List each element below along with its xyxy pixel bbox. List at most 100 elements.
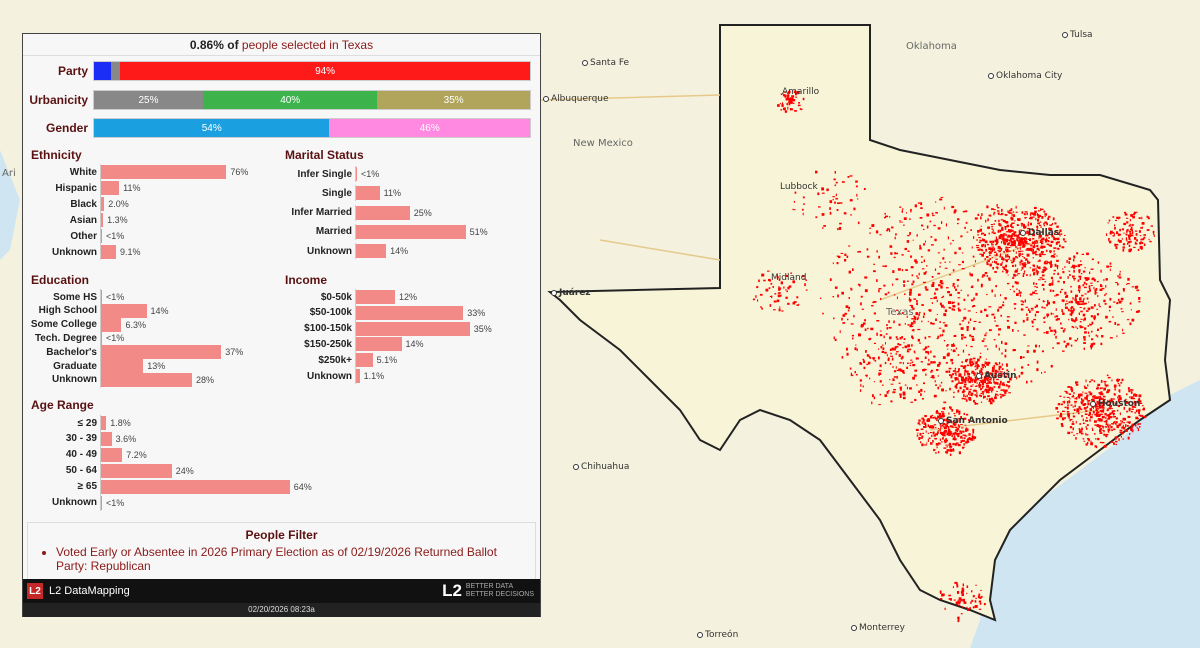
tagline-1: BETTER DATA — [465, 583, 514, 590]
l2-logo-icon: L2 — [27, 583, 43, 599]
marital-bar[interactable] — [356, 244, 387, 259]
age-bar[interactable] — [101, 447, 123, 462]
age-bar-value: 24% — [175, 465, 194, 476]
state-oklahoma: Oklahoma — [906, 41, 957, 52]
ethnicity-bar[interactable] — [101, 181, 120, 195]
city-amarillo: Amarillo — [782, 87, 820, 97]
ethnicity-row-label: Unknown — [52, 246, 97, 258]
income-bar[interactable] — [356, 321, 470, 336]
city-houston: Houston — [1090, 399, 1140, 409]
gender-segment-1[interactable]: 46% — [329, 119, 530, 137]
ethnicity-bar-value: <1% — [106, 231, 125, 241]
age-bar[interactable] — [101, 479, 290, 494]
party-segment-2[interactable]: 94% — [120, 62, 530, 80]
income-bar[interactable] — [356, 305, 464, 320]
ethnicity-bar[interactable] — [101, 213, 104, 227]
income-row: Unknown 1.1% — [278, 368, 384, 384]
gender-segment-0[interactable]: 54% — [94, 119, 330, 137]
state-new-mexico: New Mexico — [573, 138, 633, 149]
ethnicity-bar[interactable] — [101, 165, 227, 179]
urbanicity-bar[interactable]: 25% 40% 35% — [93, 90, 531, 110]
marital-bar[interactable] — [356, 205, 410, 220]
panel-header: 0.86% of people selected in Texas — [23, 34, 540, 56]
marital-row: Married 51% — [278, 223, 488, 240]
urbanicity-segment-0[interactable]: 25% — [94, 91, 203, 109]
party-bar[interactable]: 94% — [93, 61, 531, 81]
age-bar[interactable] — [101, 431, 112, 446]
city-albuquerque: Albuquerque — [543, 94, 609, 104]
income-bar[interactable] — [356, 353, 373, 368]
education-row-label: Some College — [30, 319, 97, 331]
age-bar[interactable] — [101, 463, 172, 478]
income-bar[interactable] — [356, 290, 395, 304]
selected-text: people selected in Texas — [241, 38, 374, 52]
people-filter-title: People Filter — [245, 528, 318, 542]
ethnicity-bar-value: 1.3% — [107, 215, 128, 225]
income-bar-value: 35% — [473, 323, 492, 334]
age-row-label: Unknown — [52, 497, 97, 508]
income-bar[interactable] — [356, 369, 360, 383]
income-bar[interactable] — [356, 337, 402, 352]
age-bar-value: 7.2% — [126, 449, 147, 460]
city-lubbock: Lubbock — [780, 182, 818, 192]
age-row: 40 - 49 7.2% — [23, 446, 147, 463]
city-oklahoma-city: Oklahoma City — [988, 71, 1062, 81]
age-bar[interactable] — [101, 495, 102, 510]
age-row-label: ≤ 29 — [77, 417, 97, 429]
age-bar-value: 3.6% — [115, 433, 137, 444]
urbanicity-row: Urbanicity 25% 40% 35% — [23, 90, 542, 110]
timestamp: 02/20/2026 08:23a — [23, 603, 540, 617]
ethnicity-bar[interactable] — [101, 197, 105, 211]
city-santa-fe: Santa Fe — [582, 58, 629, 68]
gender-bar[interactable]: 54% 46% — [93, 118, 531, 138]
marital-row: Single 11% — [278, 185, 401, 202]
people-filter-box: People Filter Voted Early or Absentee in… — [27, 522, 536, 580]
party-segment-0[interactable] — [94, 62, 112, 80]
age-bar[interactable] — [101, 416, 107, 430]
income-row: $0-50k 12% — [278, 289, 417, 305]
ethnicity-bar-value: 76% — [230, 167, 249, 177]
marital-bar-value: 14% — [390, 246, 409, 257]
ethnicity-bar-value: 9.1% — [120, 247, 141, 257]
city-dallas: Dallas — [1020, 228, 1059, 238]
party-label: Party — [57, 64, 88, 78]
ethnicity-title: Ethnicity — [31, 148, 82, 162]
marital-row: Infer Single <1% — [278, 166, 379, 182]
marital-bar[interactable] — [356, 186, 380, 201]
education-row-label: Graduate — [53, 360, 97, 372]
age-row: 30 - 39 3.6% — [23, 430, 137, 447]
education-bar-value: <1% — [106, 333, 125, 344]
income-bar-value: 33% — [467, 307, 486, 318]
urbanicity-segment-1[interactable]: 40% — [203, 91, 378, 109]
income-bar-value: 1.1% — [363, 371, 385, 381]
ethnicity-bar[interactable] — [101, 245, 116, 259]
age-row: 50 - 64 24% — [23, 462, 194, 479]
education-row-label: Tech. Degree — [34, 332, 97, 344]
age-row: ≥ 65 64% — [23, 478, 312, 495]
education-row-label: High School — [38, 305, 97, 317]
footer-bar: L2 L2 DataMapping L2 BETTER DATA BETTER … — [23, 579, 540, 603]
party-row: Party 94% — [23, 61, 542, 81]
ethnicity-row: Black 2.0% — [23, 196, 129, 212]
income-bar-value: 5.1% — [376, 355, 398, 366]
marital-bar[interactable] — [356, 224, 466, 239]
education-row-label: Unknown — [52, 374, 97, 386]
party-segment-1[interactable] — [111, 62, 121, 80]
city-juarez: Juárez — [551, 288, 591, 298]
urbanicity-segment-2[interactable]: 35% — [377, 91, 530, 109]
education-bar[interactable] — [101, 372, 192, 387]
ethnicity-bar[interactable] — [101, 229, 102, 243]
income-title: Income — [285, 273, 328, 287]
marital-bar[interactable] — [356, 167, 357, 181]
city-chihuahua: Chihuahua — [573, 462, 629, 472]
income-row-label: $150-250k — [304, 338, 352, 350]
age-title: Age Range — [31, 398, 94, 412]
income-row-label: $50-100k — [309, 307, 352, 319]
ethnicity-row: Unknown 9.1% — [23, 244, 141, 260]
education-row-label: Bachelor's — [46, 346, 97, 358]
tagline-2: BETTER DECISIONS — [465, 591, 534, 598]
ethnicity-row-label: Hispanic — [55, 182, 97, 194]
income-row-label: $0-50k — [320, 291, 352, 303]
selected-percent: 0.86% of — [189, 38, 239, 52]
income-row-label: $100-150k — [304, 323, 352, 335]
